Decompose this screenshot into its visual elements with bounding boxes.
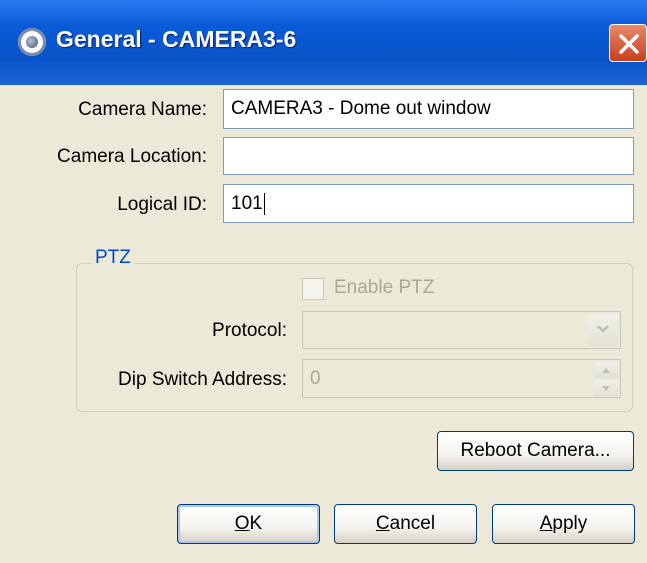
camera-name-value: CAMERA3 - Dome out window (231, 98, 491, 119)
apply-mnemonic: A (539, 513, 553, 534)
apply-button[interactable]: Apply (492, 504, 635, 544)
camera-icon (18, 28, 46, 56)
chevron-down-icon (597, 325, 609, 333)
dip-switch-label: Dip Switch Address: (118, 369, 287, 390)
logical-id-value: 101 (231, 193, 263, 214)
dip-switch-value: 0 (310, 368, 321, 389)
general-dialog: General - CAMERA3-6 Camera Name: CAMERA3… (0, 0, 647, 563)
combo-arrow-button[interactable] (588, 314, 618, 346)
close-icon (619, 34, 639, 54)
ok-mnemonic: O (234, 513, 250, 534)
window-title: General - CAMERA3-6 (56, 26, 297, 52)
arrow-up-icon (602, 368, 610, 373)
logical-id-label: Logical ID: (117, 194, 207, 215)
enable-ptz-label[interactable]: Enable PTZ (334, 277, 434, 299)
cancel-label-rest: ancel (389, 513, 436, 534)
camera-name-label: Camera Name: (78, 99, 207, 120)
protocol-label: Protocol: (212, 320, 287, 341)
ok-button[interactable]: OK (177, 504, 320, 544)
spin-up-button[interactable] (594, 362, 618, 378)
reboot-camera-label: Reboot Camera... (460, 440, 611, 461)
cancel-mnemonic: C (375, 513, 390, 534)
reboot-camera-button[interactable]: Reboot Camera... (437, 431, 634, 471)
spin-down-button[interactable] (594, 380, 618, 396)
arrow-down-icon (602, 386, 610, 391)
protocol-select[interactable] (302, 311, 621, 349)
ok-label-rest: K (249, 513, 263, 534)
title-bar[interactable]: General - CAMERA3-6 (0, 0, 647, 85)
spin-buttons[interactable] (594, 362, 618, 396)
ptz-group-label: PTZ (91, 247, 135, 269)
apply-label-rest: pply (552, 513, 588, 534)
enable-ptz-checkbox[interactable] (302, 278, 324, 300)
close-button[interactable] (609, 24, 647, 62)
cancel-button[interactable]: Cancel (334, 504, 477, 544)
camera-name-input[interactable]: CAMERA3 - Dome out window (223, 89, 634, 129)
dip-switch-input[interactable]: 0 (302, 359, 621, 398)
camera-location-label: Camera Location: (57, 146, 207, 167)
camera-location-input[interactable] (223, 137, 634, 175)
text-caret (263, 192, 265, 215)
logical-id-input[interactable]: 101 (223, 184, 634, 223)
